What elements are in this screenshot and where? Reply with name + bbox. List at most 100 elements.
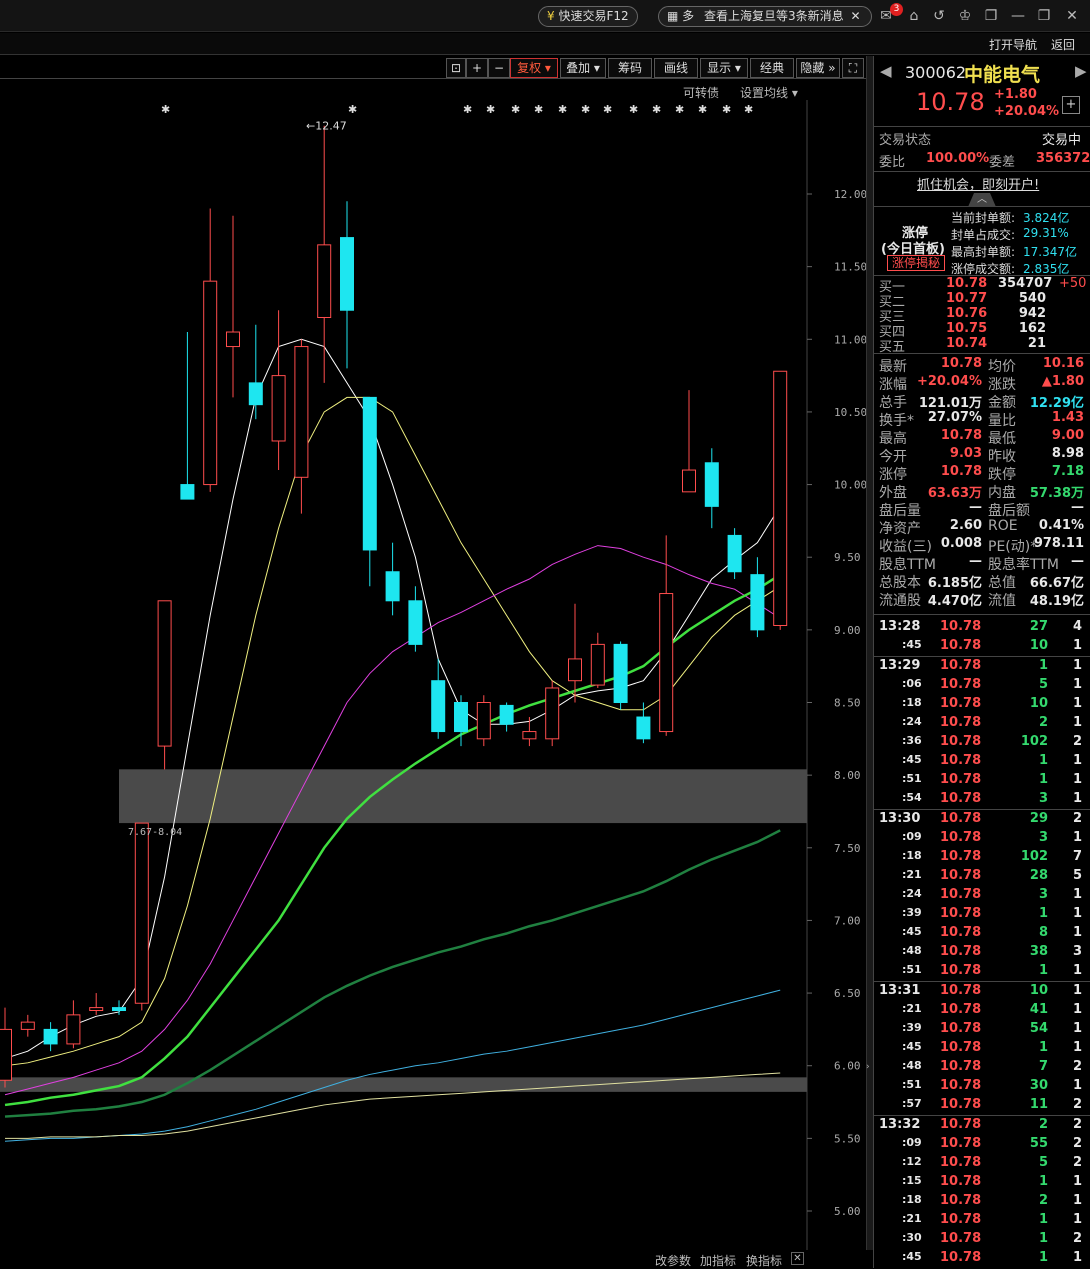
candle-body[interactable] (727, 534, 742, 573)
modify-params-button[interactable]: 改参数 (655, 1252, 691, 1269)
quote-value: 63.63万 (927, 486, 982, 501)
candle-body[interactable] (476, 702, 491, 740)
candle-body[interactable] (773, 370, 788, 626)
event-marker-icon[interactable]: ✱ (698, 103, 707, 116)
candle-body[interactable] (362, 396, 377, 551)
add-watchlist-icon[interactable]: + (1062, 96, 1080, 114)
notice-button[interactable]: ▦ 多 查看上海复旦等3条新消息 ✕ (658, 6, 872, 27)
lock-icon[interactable]: ⊡ (446, 58, 466, 78)
quick-trade-button[interactable]: ¥ 快速交易F12 (538, 6, 638, 27)
candle-body[interactable] (248, 382, 263, 406)
tick-time: :21 (902, 868, 922, 881)
limit-up-reveal-button[interactable]: 涨停揭秘 (887, 255, 945, 271)
classic-button[interactable]: 经典 (750, 58, 794, 78)
add-indicator-button[interactable]: 加指标 (700, 1252, 736, 1269)
bid-change: +50 (1059, 276, 1087, 291)
candle-body[interactable] (20, 1021, 35, 1030)
change-indicator-button[interactable]: 换指标 (746, 1252, 782, 1269)
open-nav-link[interactable]: 打开导航 (989, 36, 1037, 53)
event-marker-icon[interactable]: ✱ (486, 103, 495, 116)
event-marker-icon[interactable]: ✱ (161, 103, 170, 116)
maximize-icon[interactable]: ❐ (1034, 6, 1054, 26)
candle-body[interactable] (226, 331, 240, 348)
set-ma-link[interactable]: 设置均线 ▾ (740, 84, 798, 101)
candle-body[interactable] (545, 687, 560, 740)
candle-body[interactable] (0, 1028, 12, 1081)
convertible-bond-link[interactable]: 可转债 (683, 84, 719, 101)
back-link[interactable]: 返回 (1051, 36, 1075, 53)
candle-body[interactable] (522, 731, 537, 740)
candle-body[interactable] (431, 680, 446, 733)
window-close-icon[interactable]: ✕ (1062, 6, 1082, 26)
candle-body[interactable] (317, 244, 332, 318)
event-marker-icon[interactable]: ✱ (463, 103, 472, 116)
skin-icon[interactable]: ♔ (955, 6, 975, 26)
candle-body[interactable] (454, 702, 468, 733)
close-icon[interactable]: ✕ (850, 9, 860, 23)
chips-button[interactable]: 筹码 (608, 58, 652, 78)
candle-body[interactable] (157, 600, 172, 747)
zoom-in-icon[interactable]: + (466, 58, 488, 78)
fullscreen-icon[interactable]: ⛶ (842, 58, 864, 78)
candle-body[interactable] (43, 1028, 58, 1045)
candle-body[interactable] (385, 571, 400, 602)
price-change-pct: +20.04% (994, 104, 1060, 119)
candle-body[interactable] (682, 469, 696, 493)
quick-trade-label: 快速交易F12 (558, 9, 629, 23)
undo-icon[interactable]: ↺ (929, 6, 949, 26)
event-marker-icon[interactable]: ✱ (581, 103, 590, 116)
candle-body[interactable] (271, 375, 286, 442)
prev-stock-icon[interactable]: ◀ (880, 62, 892, 80)
hide-button[interactable]: 隐藏 » (796, 58, 840, 78)
event-marker-icon[interactable]: ✱ (558, 103, 567, 116)
candle-body[interactable] (340, 237, 354, 311)
event-marker-icon[interactable]: ✱ (744, 103, 753, 116)
limit-up-row-value: 3.824亿 (1023, 211, 1070, 225)
restore-small-icon[interactable]: ❐ (981, 6, 1001, 26)
candle-body[interactable] (112, 1007, 126, 1012)
candle-body[interactable] (704, 462, 719, 507)
candle-body[interactable] (636, 716, 651, 740)
kline-chart[interactable]: 12.00 11.50 11.00 10.50 10.00 9.50 9.00 8.50 8.0… (0, 100, 866, 1250)
collapse-ad-icon[interactable]: ︿ (968, 193, 996, 207)
draw-line-button[interactable]: 画线 (654, 58, 698, 78)
candle-body[interactable] (590, 643, 605, 686)
candle-body[interactable] (499, 704, 514, 725)
event-marker-icon[interactable]: ✱ (652, 103, 661, 116)
minimize-icon[interactable]: — (1008, 6, 1028, 26)
next-stock-icon[interactable]: ▶ (1075, 62, 1087, 80)
candle-body[interactable] (613, 643, 628, 704)
tick-row: :39 10.78 1 1 (874, 905, 1090, 924)
event-marker-icon[interactable]: ✱ (675, 103, 684, 116)
fuquan-button[interactable]: 复权 ▾ (510, 58, 558, 78)
home-icon[interactable]: ⌂ (904, 6, 924, 26)
overlay-button[interactable]: 叠加 ▾ (560, 58, 606, 78)
candle-body[interactable] (750, 574, 765, 631)
candle-body[interactable] (659, 593, 674, 733)
event-marker-icon[interactable]: ✱ (722, 103, 731, 116)
tick-price: 10.78 (940, 830, 982, 845)
display-button[interactable]: 显示 ▾ (700, 58, 748, 78)
event-marker-icon[interactable]: ✱ (534, 103, 543, 116)
candle-body[interactable] (294, 346, 309, 478)
candle-body[interactable] (134, 822, 149, 1004)
close-indicator-icon[interactable]: ✕ (791, 1252, 804, 1265)
y-tick-label: 11.00 (834, 333, 866, 346)
event-marker-icon[interactable]: ✱ (629, 103, 638, 116)
event-marker-icon[interactable]: ✱ (348, 103, 357, 116)
y-tick-label: 6.50 (834, 987, 861, 1000)
event-marker-icon[interactable]: ✱ (511, 103, 520, 116)
zoom-out-icon[interactable]: − (488, 58, 510, 78)
open-account-ad[interactable]: 抓住机会，即刻开户! (917, 174, 1039, 193)
candle-body[interactable] (203, 280, 218, 486)
candle-body[interactable] (66, 1014, 81, 1045)
candle-body[interactable] (408, 600, 423, 645)
candle-body[interactable] (568, 658, 582, 682)
candle-body[interactable] (89, 1007, 104, 1012)
candle-body[interactable] (180, 484, 195, 500)
event-marker-icon[interactable]: ✱ (603, 103, 612, 116)
tick-row: 13:32 10.78 2 2 (874, 1116, 1090, 1135)
tick-time: :18 (902, 1193, 922, 1206)
collapse-arrow-icon[interactable]: › (866, 1062, 873, 1078)
tick-count: 1 (1072, 925, 1082, 940)
